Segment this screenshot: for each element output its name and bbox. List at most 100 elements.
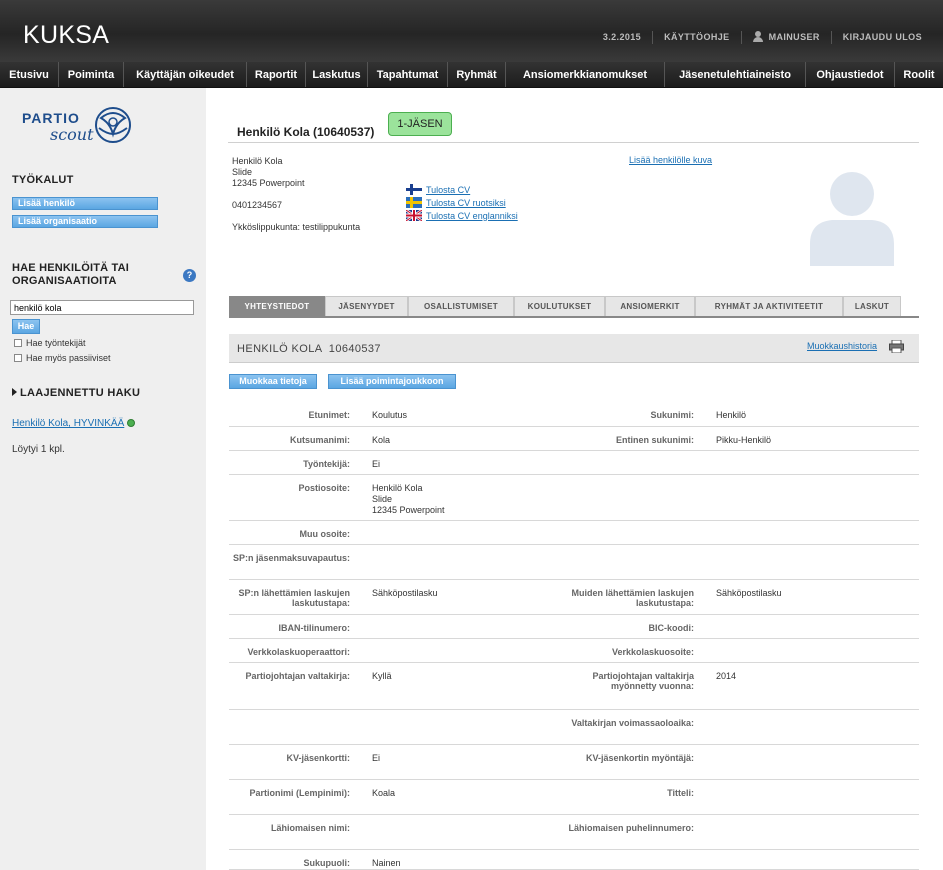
sidebar: PARTIO scout TYÖKALUT Lisää henkilö Lisä… [0, 88, 206, 870]
search-button[interactable]: Hae [12, 319, 40, 334]
add-organisation-button[interactable]: Lisää organisaatio [12, 215, 158, 228]
page-title: Henkilö Kola (10640537) [237, 125, 375, 139]
detail-value: Nainen [372, 858, 401, 868]
user-menu[interactable]: MAINUSER [740, 31, 831, 44]
detail-row: Etunimet: Koulutus Sukunimi: Henkilö [229, 402, 919, 427]
uk-flag-icon [406, 210, 422, 221]
detail-label: Työntekijä: [303, 459, 350, 469]
help-icon[interactable]: ? [183, 269, 196, 282]
detail-value: Sähköpostilasku [716, 588, 782, 598]
active-status-icon [127, 419, 136, 427]
detail-value: Kyllä [372, 671, 392, 681]
detail-label: Sukunimi: [650, 410, 694, 420]
scout-emblem-icon [95, 107, 131, 143]
detail-label: Partiojohtajan valtakirja myönnetty vuon… [592, 671, 694, 691]
extended-search-toggle[interactable]: LAAJENNETTU HAKU [12, 387, 140, 399]
detail-label: Kutsumanimi: [289, 435, 350, 445]
printer-icon[interactable] [889, 340, 904, 353]
employees-checkbox[interactable]: Hae työntekijät [14, 338, 86, 348]
add-person-button[interactable]: Lisää henkilö [12, 197, 158, 210]
search-result-item[interactable]: Henkilö Kola, HYVINKÄÄ [12, 418, 136, 429]
section-title: HENKILÖ KOLA 10640537 [237, 343, 381, 355]
search-input[interactable] [10, 300, 194, 315]
add-to-selection-button[interactable]: Lisää poimintajoukkoon [328, 374, 456, 389]
detail-label: Sukupuoli: [303, 858, 351, 868]
detail-label: KV-jäsenkortin myöntäjä: [585, 753, 694, 763]
tab-yhteystiedot[interactable]: YHTEYSTIEDOT [229, 296, 325, 316]
nav-ryhmat[interactable]: Ryhmät [448, 62, 506, 87]
detail-label: Partionimi (Lempinimi): [249, 788, 350, 798]
detail-row: Partiojohtajan valtakirja: Kyllä Partiojoh… [229, 663, 919, 710]
person-name: Henkilö Kola [232, 156, 283, 166]
tab-ryhmat-ja-aktiviteetit[interactable]: RYHMÄT JA AKTIVITEETIT [695, 296, 843, 316]
detail-value: Henkilö [716, 410, 747, 420]
detail-value: Pikku-Henkilö [716, 435, 772, 445]
detail-row: Muu osoite: [229, 521, 919, 545]
detail-value: 2014 [716, 671, 737, 681]
print-cv-sv[interactable]: Tulosta CV ruotsiksi [406, 197, 506, 208]
print-cv-fi[interactable]: Tulosta CV [406, 184, 470, 195]
detail-row: Postiosoite: Henkilö Kola Slide 12345 Pow… [229, 475, 919, 521]
detail-label: SP:n lähettämien laskujen laskutustapa: [238, 588, 350, 608]
avatar-placeholder-icon[interactable] [808, 166, 896, 266]
detail-value: Ei [372, 753, 381, 763]
person-phone: 0401234567 [232, 200, 283, 210]
detail-label: Muiden lähettämien laskujen laskutustapa… [571, 588, 694, 608]
tab-osallistumiset[interactable]: OSALLISTUMISET [408, 296, 514, 316]
detail-label: Lähiomaisen nimi: [270, 823, 350, 833]
expand-arrow-icon [12, 388, 17, 396]
detail-label: Verkkolaskuosoite: [611, 647, 694, 657]
edit-details-button[interactable]: Muokkaa tietoja [229, 374, 317, 389]
tab-laskut[interactable]: LASKUT [843, 296, 901, 316]
nav-tapahtumat[interactable]: Tapahtumat [368, 62, 448, 87]
passive-checkbox[interactable]: Hae myös passiiviset [14, 353, 111, 363]
user-icon [752, 31, 763, 42]
nav-ansiomerkkianomukset[interactable]: Ansiomerkkianomukset [506, 62, 665, 87]
detail-label: Etunimet: [308, 410, 351, 420]
tab-ansiomerkit[interactable]: ANSIOMERKIT [605, 296, 695, 316]
nav-raportit[interactable]: Raportit [247, 62, 306, 87]
membership-badge: 1-JÄSEN [388, 112, 452, 136]
result-link[interactable]: Henkilö Kola, HYVINKÄÄ [12, 418, 124, 429]
detail-label: Titteli: [667, 788, 694, 798]
nav-laskutus[interactable]: Laskutus [306, 62, 368, 87]
detail-row: IBAN-tilinumero: BIC-koodi: [229, 615, 919, 639]
detail-label: SP:n jäsenmaksuvapautus: [232, 553, 350, 563]
detail-row: Työntekijä: Ei [229, 451, 919, 475]
detail-row: SP:n lähettämien laskujen laskutustapa: S… [229, 580, 919, 615]
section-header: HENKILÖ KOLA 10640537 Muokkaushistoria [229, 334, 919, 363]
detail-label: IBAN-tilinumero: [278, 623, 351, 633]
checkbox-box[interactable] [14, 339, 22, 347]
detail-value: Henkilö Kola Slide 12345 Powerpoint [372, 483, 445, 515]
print-cv-en[interactable]: Tulosta CV englanniksi [406, 210, 518, 221]
nav-poiminta[interactable]: Poiminta [59, 62, 124, 87]
checkbox-box[interactable] [14, 354, 22, 362]
nav-etusivu[interactable]: Etusivu [0, 62, 59, 87]
search-heading-line2: ORGANISAATIOITA [12, 275, 117, 287]
detail-label: KV-jäsenkortti: [286, 753, 350, 763]
nav-kayttajan-oikeudet[interactable]: Käyttäjän oikeudet [124, 62, 247, 87]
search-heading-line1: HAE HENKILÖITÄ TAI [12, 262, 130, 274]
nav-roolit[interactable]: Roolit [895, 62, 943, 87]
tab-jasenyydet[interactable]: JÄSENYYDET [325, 296, 408, 316]
tab-bar: YHTEYSTIEDOT JÄSENYYDET OSALLISTUMISET K… [229, 296, 919, 318]
add-photo-link[interactable]: Lisää henkilölle kuva [629, 155, 712, 165]
nav-ohjaustiedot[interactable]: Ohjaustiedot [806, 62, 895, 87]
person-address-line2: 12345 Powerpoint [232, 178, 305, 188]
detail-value: Ei [372, 459, 381, 469]
sweden-flag-icon [406, 197, 422, 208]
detail-label: Postiosoite: [298, 483, 350, 493]
logout-link[interactable]: KIRJAUDU ULOS [830, 31, 933, 44]
detail-row: Verkkolaskuoperaattori: Verkkolaskuosoite… [229, 639, 919, 663]
tab-koulutukset[interactable]: KOULUTUKSET [514, 296, 605, 316]
detail-row: Kutsumanimi: Kola Entinen sukunimi: Pikku-H… [229, 427, 919, 451]
result-count: Löytyi 1 kpl. [12, 444, 65, 455]
detail-label: Lähiomaisen puhelinnumero: [568, 823, 694, 833]
detail-row: Sukupuoli: Nainen [229, 850, 919, 870]
person-unit: Ykköslippukunta: testilippukunta [232, 222, 361, 232]
app-logo[interactable]: KUKSA [23, 21, 109, 50]
nav-jasenetulehtiaineisto[interactable]: Jäsenetulehtiaineisto [665, 62, 806, 87]
partio-scout-logo[interactable]: PARTIO scout [22, 104, 137, 149]
edit-history-link[interactable]: Muokkaushistoria [807, 341, 877, 351]
help-link[interactable]: KÄYTTÖOHJE [652, 31, 741, 44]
